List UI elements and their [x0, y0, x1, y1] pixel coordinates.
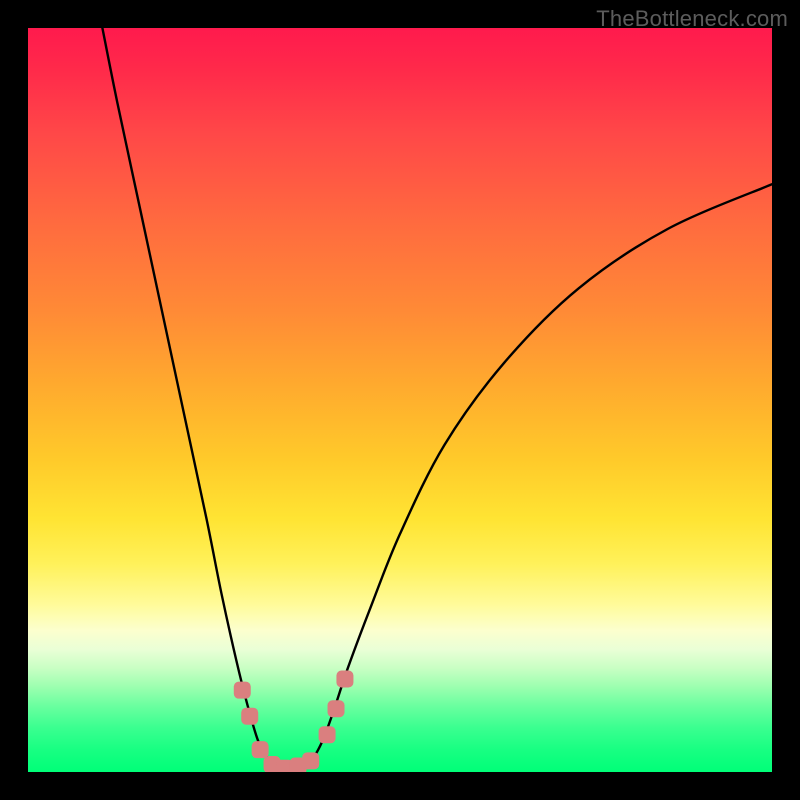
chart-svg [28, 28, 772, 772]
curve-line [102, 28, 772, 769]
chart-frame: TheBottleneck.com [0, 0, 800, 800]
plot-area [28, 28, 772, 772]
watermark-text: TheBottleneck.com [596, 6, 788, 32]
curve-markers [234, 671, 354, 773]
